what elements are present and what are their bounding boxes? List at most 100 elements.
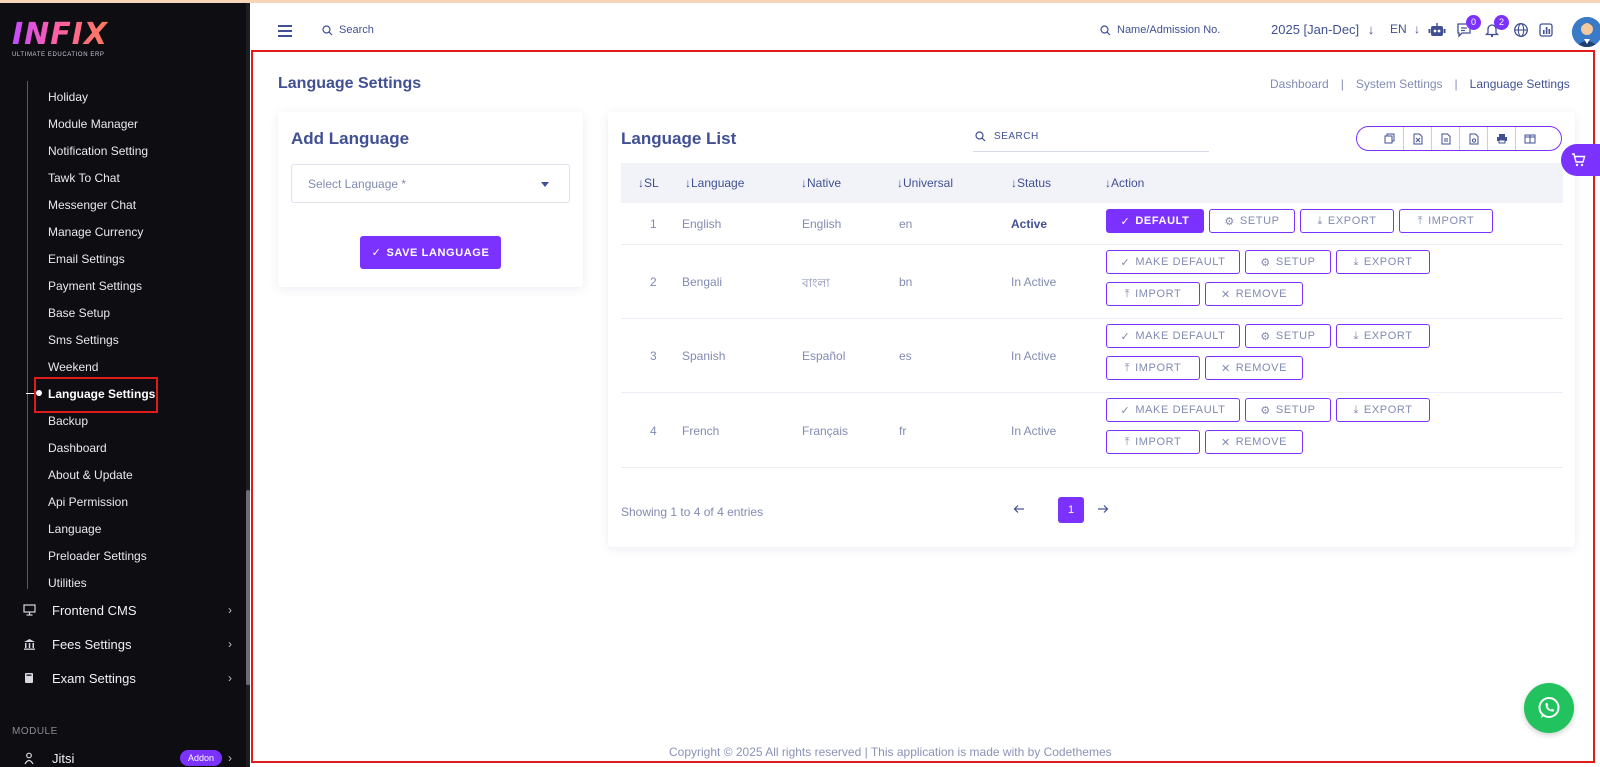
csv-button[interactable] [1431, 127, 1459, 150]
check-icon: ✓ [1120, 215, 1131, 228]
default-button[interactable]: ✓ DEFAULT [1106, 209, 1204, 233]
column-header-status[interactable]: ↓Status [1011, 176, 1051, 190]
notification-count-badge: 2 [1494, 15, 1509, 30]
upload-icon: ⤒ [1417, 214, 1424, 227]
remove-button[interactable]: ✕ REMOVE [1205, 356, 1303, 380]
column-header-sl[interactable]: ↓SL [638, 176, 659, 190]
logo-text: INFIX [12, 17, 109, 52]
cell-language: French [682, 424, 720, 438]
import-button[interactable]: ⤒ IMPORT [1106, 430, 1200, 454]
upload-icon: ⤒ [1124, 287, 1131, 300]
make-default-button[interactable]: ✓ MAKE DEFAULT [1106, 324, 1240, 348]
whatsapp-chat-button[interactable] [1524, 683, 1574, 733]
bell-icon[interactable]: 2 [1483, 15, 1509, 39]
sidebar-subitem-api-permission[interactable]: Api Permission [48, 494, 128, 510]
submenu-guide-line [27, 81, 28, 589]
sidebar-subitem-backup[interactable]: Backup [48, 413, 88, 429]
sidebar-subitem-about-update[interactable]: About & Update [48, 467, 133, 483]
sidebar-subitem-utilities[interactable]: Utilities [48, 575, 87, 591]
sidebar-subitem-messenger-chat[interactable]: Messenger Chat [48, 197, 136, 213]
sidebar-subitem-dashboard[interactable]: Dashboard [48, 440, 107, 456]
export-button[interactable]: ⤓ EXPORT [1336, 324, 1430, 348]
language-list-search[interactable]: SEARCH [973, 122, 1209, 152]
brand-logo[interactable]: INFIX ULTIMATE EDUCATION ERP [12, 17, 109, 59]
sidebar-item-frontend-cms[interactable]: Frontend CMS › [22, 600, 232, 620]
table-row: 2 Bengali বাংলা bn In Active ✓ MAKE DEFAU… [621, 245, 1563, 319]
sidebar-subitem-preloader-settings[interactable]: Preloader Settings [48, 548, 147, 564]
column-visibility-button[interactable] [1515, 127, 1543, 150]
column-header-language[interactable]: ↓Language [685, 176, 744, 190]
breadcrumb-system-settings[interactable]: System Settings [1356, 77, 1443, 91]
sidebar-subitem-holiday[interactable]: Holiday [48, 89, 88, 105]
remove-button[interactable]: ✕ REMOVE [1205, 282, 1303, 306]
sidebar-subitem-weekend[interactable]: Weekend [48, 359, 98, 375]
cell-language: Bengali [682, 275, 723, 289]
sidebar-subitem-tawk-to-chat[interactable]: Tawk To Chat [48, 170, 120, 186]
sidebar-item-exam-settings[interactable]: Exam Settings › [22, 668, 232, 688]
sidebar-scrollbar-thumb[interactable] [246, 490, 250, 685]
robot-icon[interactable] [1428, 21, 1446, 39]
copy-button[interactable] [1375, 127, 1403, 150]
save-language-label: SAVE LANGUAGE [386, 246, 490, 259]
language-select-field[interactable]: Select Language * [291, 164, 570, 203]
import-button[interactable]: ⤒ IMPORT [1106, 356, 1200, 380]
import-button[interactable]: ⤒ IMPORT [1399, 209, 1493, 233]
pagination-next-arrow-icon[interactable] [1094, 500, 1112, 518]
menu-toggle-icon[interactable] [278, 25, 292, 40]
setup-button[interactable]: ⚙ SETUP [1245, 398, 1331, 422]
make-default-button[interactable]: ✓ MAKE DEFAULT [1106, 398, 1240, 422]
section-label-module: MODULE [12, 726, 58, 737]
pagination-prev-arrow-icon[interactable] [1010, 500, 1028, 518]
message-icon[interactable]: 0 [1455, 15, 1481, 39]
column-header-native[interactable]: ↓Native [801, 176, 841, 190]
csv-file-icon [1441, 133, 1450, 144]
report-icon[interactable] [1537, 21, 1555, 39]
search-icon [975, 131, 986, 142]
student-search[interactable]: Name/Admission No. [1100, 24, 1220, 36]
monitor-icon [22, 603, 36, 617]
sidebar-subitem-sms-settings[interactable]: Sms Settings [48, 332, 119, 348]
setup-button[interactable]: ⚙ SETUP [1245, 250, 1331, 274]
breadcrumb-dashboard[interactable]: Dashboard [1270, 77, 1329, 91]
column-header-action[interactable]: ↓Action [1105, 176, 1144, 190]
search-icon [322, 24, 333, 35]
export-button[interactable]: ⤓ EXPORT [1336, 250, 1430, 274]
setup-button[interactable]: ⚙ SETUP [1245, 324, 1331, 348]
side-cart-button[interactable] [1561, 144, 1600, 176]
make-default-button[interactable]: ✓ MAKE DEFAULT [1106, 250, 1240, 274]
setup-button[interactable]: ⚙ SETUP [1209, 209, 1295, 233]
export-button[interactable]: ⤓ EXPORT [1336, 398, 1430, 422]
cell-universal: bn [899, 275, 913, 289]
sidebar-item-jitsi[interactable]: Jitsi Addon › [22, 748, 232, 767]
table-export-buttons [1356, 126, 1562, 151]
language-select[interactable]: EN ↓ [1390, 22, 1420, 36]
top-search[interactable]: Search [322, 24, 374, 36]
top-search-label: Search [339, 24, 374, 36]
column-header-universal[interactable]: ↓Universal [897, 176, 953, 190]
sidebar-subitem-base-setup[interactable]: Base Setup [48, 305, 110, 321]
remove-button[interactable]: ✕ REMOVE [1205, 430, 1303, 454]
cell-status: Active [1011, 217, 1048, 231]
sidebar-item-fees-settings[interactable]: Fees Settings › [22, 634, 232, 654]
cell-universal: es [899, 349, 912, 363]
sidebar-subitem-manage-currency[interactable]: Manage Currency [48, 224, 143, 240]
cell-sl: 1 [650, 217, 657, 231]
academic-year-select[interactable]: 2025 [Jan-Dec] ↓ [1271, 22, 1374, 37]
user-avatar[interactable] [1572, 17, 1600, 47]
pdf-button[interactable] [1459, 127, 1487, 150]
sidebar-subitem-module-manager[interactable]: Module Manager [48, 116, 138, 132]
sidebar-subitem-email-settings[interactable]: Email Settings [48, 251, 125, 267]
setup-label: SETUP [1275, 256, 1316, 268]
import-button[interactable]: ⤒ IMPORT [1106, 282, 1200, 306]
print-button[interactable] [1487, 127, 1515, 150]
sidebar-subitem-notification-setting[interactable]: Notification Setting [48, 143, 148, 159]
save-language-button[interactable]: ✓ SAVE LANGUAGE [360, 236, 501, 269]
export-button[interactable]: ⤓ EXPORT [1300, 209, 1394, 233]
search-icon [1100, 24, 1111, 35]
sidebar-subitem-language[interactable]: Language [48, 521, 101, 537]
globe-icon[interactable] [1512, 21, 1530, 39]
pagination-page-current[interactable]: 1 [1058, 497, 1084, 523]
excel-button[interactable] [1403, 127, 1431, 150]
sidebar-subitem-payment-settings[interactable]: Payment Settings [48, 278, 142, 294]
cell-native: বাংলা [802, 276, 830, 290]
